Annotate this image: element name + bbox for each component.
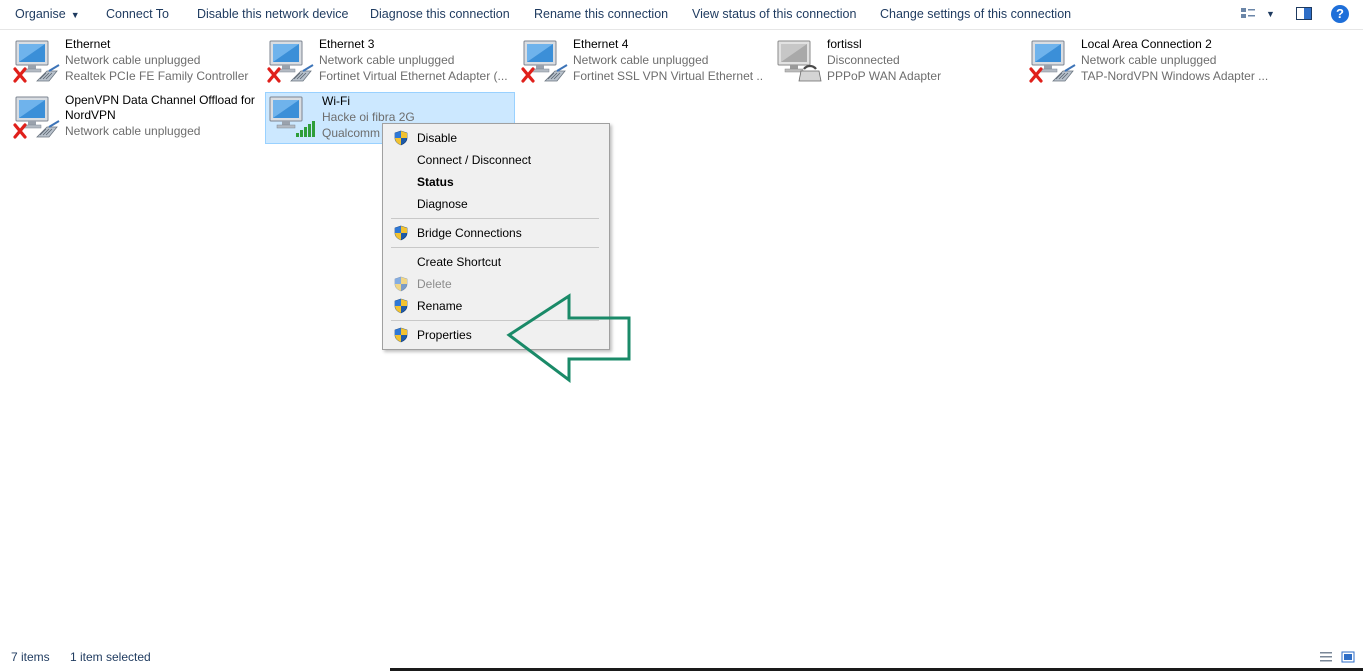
organise-label: Organise [15, 7, 66, 21]
view-status-button[interactable]: View status of this connection [692, 0, 856, 28]
menu-item-connect-disconnect[interactable]: Connect / Disconnect [385, 149, 607, 171]
item-status: Disconnected [827, 53, 900, 67]
item-name: Local Area Connection 2 [1081, 37, 1212, 51]
large-icons-view-icon[interactable] [1341, 650, 1355, 664]
item-name: Ethernet [65, 37, 111, 51]
menu-item-label: Rename [417, 299, 463, 313]
details-view-icon[interactable] [1319, 650, 1333, 664]
view-chevron-down-icon[interactable]: ▼ [1266, 0, 1275, 28]
uac-shield-icon [393, 276, 409, 292]
item-name: OpenVPN Data Channel Offload for NordVPN [65, 93, 255, 122]
menu-item-label: Disable [417, 131, 458, 145]
uac-shield-icon [393, 298, 409, 314]
menu-item-label: Create Shortcut [417, 255, 502, 269]
help-button[interactable]: ? [1331, 5, 1349, 23]
network-item-fortissl[interactable]: fortissl Disconnected PPPoP WAN Adapter [775, 37, 1020, 87]
network-item-ethernet-3[interactable]: Ethernet 3 Network cable unplugged Forti… [267, 37, 512, 87]
menu-item-label: Bridge Connections [417, 226, 522, 240]
network-adapter-icon [267, 37, 315, 85]
item-name: Wi-Fi [322, 94, 350, 108]
item-status: Network cable unplugged [1081, 53, 1217, 67]
uac-shield-icon [393, 225, 409, 241]
uac-shield-icon [393, 327, 409, 343]
organise-menu[interactable]: Organise ▼ [15, 0, 80, 28]
view-options-icon[interactable] [1240, 5, 1256, 23]
status-bar: 7 items 1 item selected [0, 648, 1363, 668]
menu-item-label: Status [417, 175, 454, 189]
menu-item-diagnose[interactable]: Diagnose [385, 193, 607, 215]
item-status: Network cable unplugged [65, 53, 201, 67]
menu-item-bridge-connections[interactable]: Bridge Connections [385, 222, 607, 244]
wifi-adapter-icon [267, 93, 315, 137]
item-status: Network cable unplugged [65, 124, 201, 138]
item-status: Network cable unplugged [573, 53, 709, 67]
menu-separator [391, 218, 599, 219]
network-item-openvpn[interactable]: OpenVPN Data Channel Offload for NordVPN… [13, 93, 258, 145]
item-device: Fortinet Virtual Ethernet Adapter (... [319, 69, 508, 83]
menu-item-label: Diagnose [417, 197, 468, 211]
network-adapter-icon [521, 37, 569, 85]
network-adapter-icon [13, 93, 61, 141]
menu-item-disable[interactable]: Disable [385, 127, 607, 149]
uac-shield-icon [393, 130, 409, 146]
help-icon: ? [1336, 6, 1344, 21]
item-device: PPPoP WAN Adapter [827, 69, 942, 83]
network-item-ethernet[interactable]: Ethernet Network cable unplugged Realtek… [13, 37, 258, 87]
selection-count: 1 item selected [70, 650, 151, 664]
item-status: Network cable unplugged [319, 53, 455, 67]
network-item-local-area-connection-2[interactable]: Local Area Connection 2 Network cable un… [1029, 37, 1274, 87]
network-item-ethernet-4[interactable]: Ethernet 4 Network cable unplugged Forti… [521, 37, 766, 87]
chevron-down-icon: ▼ [70, 10, 80, 20]
command-bar: Organise ▼ Connect To Disable this networ… [0, 0, 1363, 30]
item-name: Ethernet 3 [319, 37, 375, 51]
item-device: Realtek PCIe FE Family Controller [65, 69, 249, 83]
menu-item-create-shortcut[interactable]: Create Shortcut [385, 251, 607, 273]
rename-button[interactable]: Rename this connection [534, 0, 668, 28]
network-adapter-icon [1029, 37, 1077, 85]
annotation-arrow-icon [506, 293, 631, 383]
item-name: fortissl [827, 37, 862, 51]
item-name: Ethernet 4 [573, 37, 629, 51]
dialup-adapter-icon [775, 37, 822, 82]
connect-to-button[interactable]: Connect To [106, 0, 169, 28]
item-device: TAP-NordVPN Windows Adapter ... [1081, 69, 1269, 83]
menu-item-status[interactable]: Status [385, 171, 607, 193]
menu-item-label: Connect / Disconnect [417, 153, 532, 167]
item-count: 7 items [11, 650, 50, 664]
diagnose-button[interactable]: Diagnose this connection [370, 0, 510, 28]
network-adapter-icon [13, 37, 61, 85]
disable-device-button[interactable]: Disable this network device [197, 0, 348, 28]
preview-pane-icon[interactable] [1295, 5, 1313, 23]
change-settings-button[interactable]: Change settings of this connection [880, 0, 1071, 28]
menu-separator [391, 247, 599, 248]
menu-item-label: Properties [417, 328, 472, 342]
menu-item-label: Delete [417, 277, 452, 291]
item-device: Fortinet SSL VPN Virtual Ethernet ... [573, 69, 764, 83]
